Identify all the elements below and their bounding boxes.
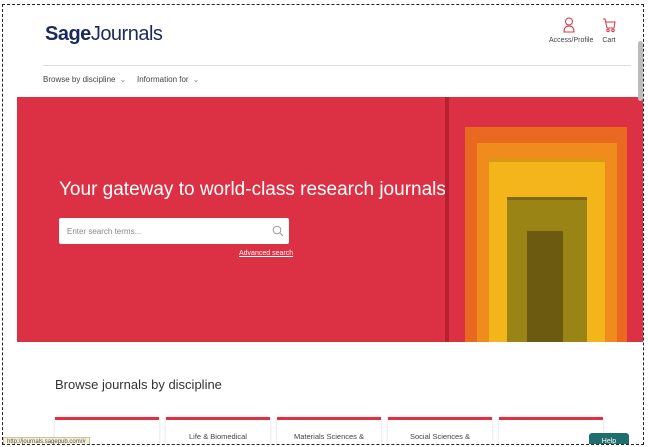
help-label: Help [601, 437, 617, 445]
browser-frame: SageJournals Access/Profile Cart Browse … [2, 4, 644, 445]
discipline-card[interactable]: Materials Sciences & [277, 417, 381, 444]
sage-journals-logo[interactable]: SageJournals [45, 23, 163, 46]
search-box [59, 218, 289, 244]
nav-label: Browse by discipline [43, 75, 116, 84]
access-profile-button[interactable]: Access/Profile [549, 17, 594, 44]
status-bar-url: http://journals.sagepub.com/# [3, 437, 90, 444]
discipline-card[interactable]: Social Sciences & [388, 417, 492, 444]
scrollbar[interactable] [638, 41, 643, 101]
search-input[interactable] [65, 220, 267, 242]
hero-banner: Your gateway to world-class research jou… [17, 97, 643, 342]
logo-rest: Journals [90, 23, 163, 45]
header-divider [43, 65, 631, 66]
advanced-search-link[interactable]: Advanced search [239, 250, 293, 257]
nav-information-for[interactable]: Information for ⌄ [137, 75, 199, 84]
art-square-5 [527, 231, 563, 342]
hero-title: Your gateway to world-class research jou… [59, 179, 446, 200]
access-profile-label: Access/Profile [549, 37, 594, 44]
cart-icon [603, 18, 616, 33]
page: SageJournals Access/Profile Cart Browse … [17, 5, 643, 444]
cart-label: Cart [602, 37, 616, 44]
cart-button[interactable]: Cart [597, 17, 621, 44]
nav-label: Information for [137, 75, 189, 84]
help-button[interactable]: Help [589, 433, 629, 445]
search-icon [272, 225, 284, 237]
nav-browse-by-discipline[interactable]: Browse by discipline ⌄ [43, 75, 126, 84]
discipline-card-label: Social Sciences & [409, 432, 471, 441]
discipline-card[interactable]: Life & Biomedical [166, 417, 270, 444]
discipline-card[interactable] [499, 417, 603, 444]
browse-section-title: Browse journals by discipline [55, 377, 222, 392]
search-button[interactable] [267, 220, 289, 242]
chevron-down-icon: ⌄ [119, 75, 127, 84]
chevron-down-icon: ⌄ [192, 75, 200, 84]
hero-nested-squares-image [445, 97, 643, 342]
discipline-card-label: Life & Biomedical [189, 432, 247, 441]
logo-bold: Sage [45, 23, 91, 45]
discipline-card-label: Materials Sciences & [293, 432, 365, 441]
user-icon [563, 17, 575, 33]
